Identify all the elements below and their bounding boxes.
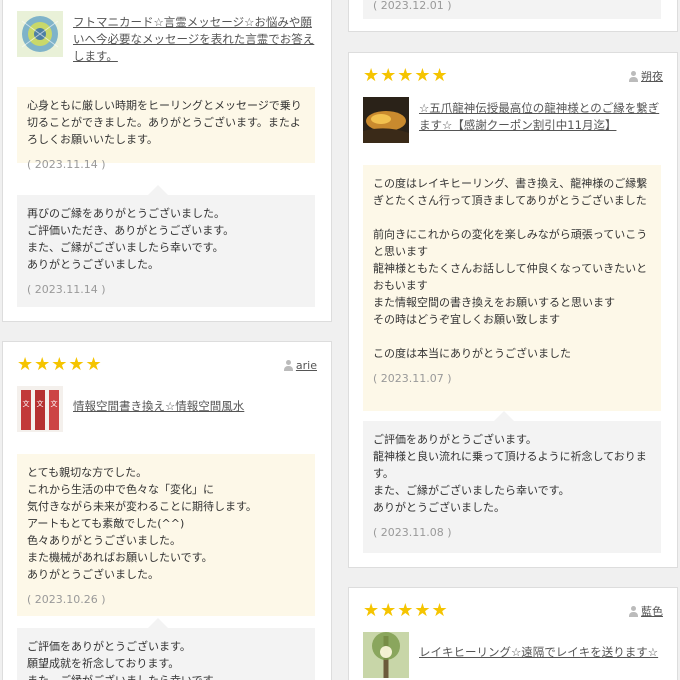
reply-bubble: ご評価をありがとうございます。 龍神様と良い流れに乗って頂けるように祈念しており… [363,421,661,553]
review-text: この度はレイキヒーリング、書き換え、龍神様のご縁繋ぎとたくさん行って頂きましてあ… [373,177,648,360]
star-rating: ★★★★★ [363,65,449,86]
star-rating: ★★★★★ [363,600,449,621]
product-link[interactable]: ☆五爪龍神伝授最高位の龍神様とのご縁を繋ぎます☆【感謝クーポン割引中11月迄】 [349,97,677,143]
reviewer-name[interactable]: 朔夜 [641,68,663,84]
reply-notch [148,618,168,628]
reply-date: ( 2023.12.01 ) [373,0,452,12]
product-thumbnail [363,632,409,678]
product-link[interactable]: 文 文 文 情報空間書き換え☆情報空間風水 [3,386,331,432]
person-icon [629,605,638,617]
review-bubble: この度はレイキヒーリング、書き換え、龍神様のご縁繋ぎとたくさん行って頂きましてあ… [363,165,661,411]
reply-notch [494,411,514,421]
reply-bubble: 再びのご縁をありがとうございました。 ご評価いただき、ありがとうございます。 ま… [17,195,315,307]
svg-text:文: 文 [37,399,44,408]
product-title[interactable]: レイキヒーリング☆遠隔でレイキを送ります☆ [419,632,658,661]
review-card: ★★★★★ 朔夜 ☆五爪龍神伝授最高位の龍神様とのご縁を繋ぎます☆【感謝クーポン… [348,52,678,568]
product-title[interactable]: 情報空間書き換え☆情報空間風水 [73,386,244,415]
product-title[interactable]: ☆五爪龍神伝授最高位の龍神様とのご縁を繋ぎます☆【感謝クーポン割引中11月迄】 [419,97,663,134]
svg-text:文: 文 [23,399,30,408]
reply-text: 再びのご縁をありがとうございました。 ご評価いただき、ありがとうございます。 ま… [27,207,235,271]
review-bubble: 心身ともに厳しい時期をヒーリングとメッセージで乗り切ることができました。ありがと… [17,87,315,171]
reply-date: ( 2023.11.14 ) [27,283,106,296]
reply-date: ( 2023.11.08 ) [373,526,452,539]
review-text: とても親切な方でした。 これから生活の中で色々な「変化」に 気付きながら未来が変… [27,466,257,581]
person-icon [283,359,293,371]
reviewer[interactable]: 朔夜 [629,68,663,84]
review-card: ( 2023.12.01 ) [348,0,678,32]
reviewer-name[interactable]: 藍色 [641,603,663,619]
review-text: 心身ともに厳しい時期をヒーリングとメッセージで乗り切ることができました。ありがと… [27,99,302,146]
product-thumbnail [363,97,409,143]
svg-text:文: 文 [51,399,58,408]
reviewer-name[interactable]: arie [296,359,317,372]
review-card: ★★★★★ 藍色 レイキヒーリング☆遠隔でレイキを送ります☆ [348,587,678,680]
reply-bubble: ( 2023.12.01 ) [363,0,661,19]
review-date: ( 2023.10.26 ) [27,593,106,606]
review-card: フトマニカード☆言霊メッセージ☆お悩みや願いへ今必要なメッセージを表れた言霊でお… [2,0,332,322]
reply-text: ご評価をありがとうございます。 龍神様と良い流れに乗って頂けるように祈念しており… [373,433,647,514]
person-icon [629,70,638,82]
product-link[interactable]: レイキヒーリング☆遠隔でレイキを送ります☆ [349,632,677,678]
reviewer[interactable]: arie [283,359,317,372]
reply-notch [148,185,168,195]
review-card: ★★★★★ arie 文 文 文 情報空間書き換え☆情報空間風水 とても親切な方… [2,341,332,680]
review-bubble: とても親切な方でした。 これから生活の中で色々な「変化」に 気付きながら未来が変… [17,454,315,616]
reviewer[interactable]: 藍色 [629,603,663,619]
review-date: ( 2023.11.14 ) [27,158,106,171]
reply-text: ご評価をありがとうございます。 願望成就を祈念しております。 また、ご縁がござい… [27,640,224,680]
product-title[interactable]: フトマニカード☆言霊メッセージ☆お悩みや願いへ今必要なメッセージを表れた言霊でお… [73,11,317,65]
product-thumbnail [17,11,63,57]
reply-bubble: ご評価をありがとうございます。 願望成就を祈念しております。 また、ご縁がござい… [17,628,315,680]
review-date: ( 2023.11.07 ) [373,372,452,385]
product-thumbnail: 文 文 文 [17,386,63,432]
product-link[interactable]: フトマニカード☆言霊メッセージ☆お悩みや願いへ今必要なメッセージを表れた言霊でお… [3,11,331,65]
star-rating: ★★★★★ [17,354,103,375]
